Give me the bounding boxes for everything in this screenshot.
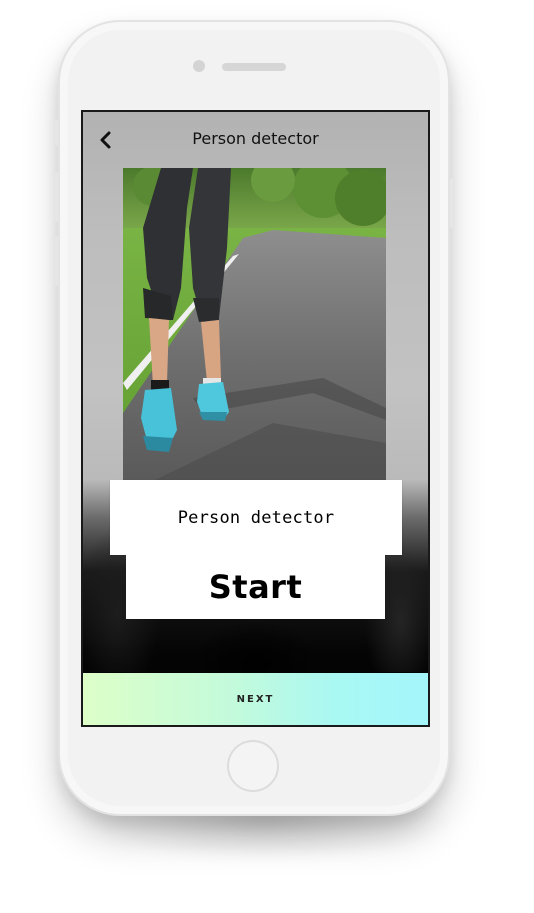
app-screen: Person detector Person detector Start NE… <box>81 110 430 727</box>
next-button-label: NEXT <box>236 693 275 705</box>
start-button-label: Start <box>208 568 303 606</box>
next-button[interactable]: NEXT <box>83 673 428 725</box>
top-bar: Person detector <box>83 112 428 168</box>
detector-label: Person detector <box>177 507 335 528</box>
chevron-left-icon[interactable] <box>97 128 113 152</box>
earpiece-speaker <box>222 63 286 71</box>
home-button[interactable] <box>227 740 279 792</box>
phone-side-button <box>55 236 58 286</box>
page: Person detector Person detector Start NE… <box>0 0 534 913</box>
phone-side-button <box>55 172 58 222</box>
front-camera <box>193 60 205 72</box>
person-walking-photo <box>123 168 386 481</box>
phone-side-button <box>55 120 58 146</box>
detector-label-card: Person detector <box>110 480 402 555</box>
start-button[interactable]: Start <box>126 555 385 619</box>
phone-side-button <box>450 178 453 228</box>
page-title: Person detector <box>192 129 319 148</box>
